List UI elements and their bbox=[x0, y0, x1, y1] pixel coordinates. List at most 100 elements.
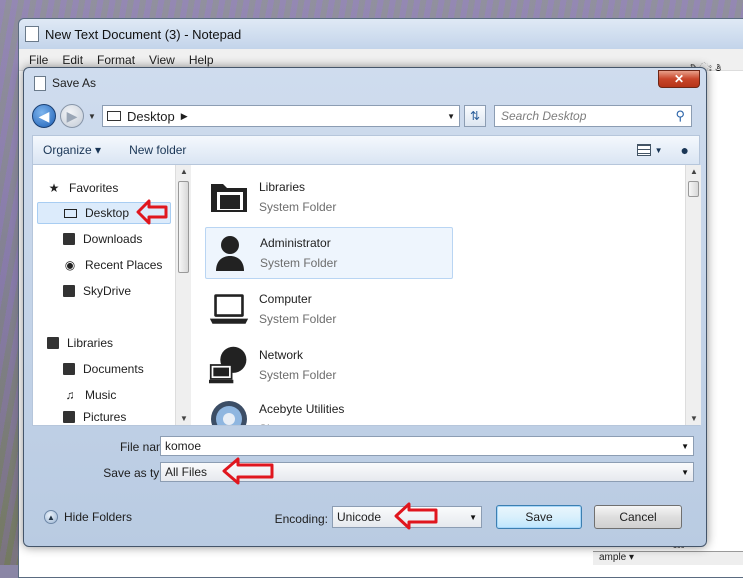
computer-icon bbox=[209, 289, 249, 329]
sidebar-item-label: Desktop bbox=[85, 206, 130, 220]
skydrive-icon bbox=[63, 285, 75, 297]
save-form: File name: komoe ▼ Save as type: All Fil… bbox=[32, 426, 700, 540]
file-item-administrator[interactable]: Administrator System Folder bbox=[205, 227, 453, 279]
network-icon bbox=[209, 345, 249, 385]
recent-locations-dropdown[interactable]: ▼ bbox=[88, 112, 98, 121]
menu-view[interactable]: View bbox=[149, 53, 175, 67]
scroll-down-icon[interactable]: ▼ bbox=[686, 414, 702, 423]
file-name-value: komoe bbox=[165, 439, 202, 453]
close-button[interactable]: ✕ bbox=[658, 70, 700, 88]
menu-file[interactable]: File bbox=[29, 53, 48, 67]
refresh-icon: ⇅ bbox=[469, 109, 481, 123]
chevron-down-icon[interactable]: ▼ bbox=[469, 513, 477, 522]
file-item-libraries[interactable]: Libraries System Folder bbox=[209, 171, 457, 223]
downloads-icon bbox=[63, 233, 75, 245]
browser-panes: ★ Favorites Desktop Downloads ◉ Recent P… bbox=[32, 165, 701, 426]
sidebar-item-recent-places[interactable]: ◉ Recent Places bbox=[63, 254, 163, 276]
breadcrumb-chevron-icon[interactable]: ▶ bbox=[181, 111, 188, 122]
file-name: Network bbox=[259, 348, 304, 362]
cancel-button[interactable]: Cancel bbox=[594, 505, 682, 529]
favorites-header[interactable]: ★ Favorites bbox=[47, 177, 119, 199]
sidebar-item-label: Recent Places bbox=[85, 258, 163, 272]
save-as-dialog: Save As ✕ ◀ ▶ ▼ Desktop ▶ ▼ ⇅ Search Des… bbox=[23, 67, 707, 547]
desktop-icon bbox=[107, 111, 121, 121]
sidebar-item-skydrive[interactable]: SkyDrive bbox=[63, 280, 131, 302]
sidebar-item-downloads[interactable]: Downloads bbox=[63, 228, 142, 250]
file-type: System Folder bbox=[259, 200, 337, 214]
collapse-icon: ▲ bbox=[44, 510, 58, 524]
music-icon: ♫ bbox=[65, 388, 75, 402]
annotation-arrow-encoding bbox=[394, 502, 438, 530]
acebyte-utilities-icon bbox=[209, 399, 249, 425]
menu-edit[interactable]: Edit bbox=[62, 53, 83, 67]
sidebar-item-label: SkyDrive bbox=[83, 284, 132, 298]
new-folder-button[interactable]: New folder bbox=[129, 143, 186, 157]
star-icon: ★ bbox=[48, 181, 60, 195]
annotation-arrow-desktop bbox=[136, 199, 168, 225]
file-name-input[interactable]: komoe ▼ bbox=[160, 436, 694, 456]
scroll-up-icon[interactable]: ▲ bbox=[686, 167, 702, 176]
notepad-icon bbox=[25, 26, 39, 42]
forward-button[interactable]: ▶ bbox=[60, 104, 84, 128]
forward-arrow-icon: ▶ bbox=[66, 107, 78, 124]
hide-folders-label: Hide Folders bbox=[64, 510, 133, 524]
scroll-thumb[interactable] bbox=[688, 181, 699, 197]
file-type: Shortcut bbox=[259, 422, 344, 425]
address-bar[interactable]: Desktop ▶ ▼ bbox=[102, 105, 460, 127]
annotation-arrow-save-type bbox=[222, 457, 274, 485]
scroll-down-icon[interactable]: ▼ bbox=[176, 414, 192, 423]
organize-button[interactable]: Organize ▾ bbox=[43, 143, 101, 157]
encoding-label: Encoding: bbox=[274, 512, 328, 526]
notepad-titlebar: New Text Document (3) - Notepad bbox=[19, 19, 743, 49]
file-item-computer[interactable]: Computer System Folder bbox=[209, 283, 457, 335]
file-type: System Folder bbox=[259, 368, 337, 382]
ruler-label: ample ▾ bbox=[599, 552, 635, 563]
search-input[interactable]: Search Desktop ⚲ bbox=[494, 105, 692, 127]
file-type: System Folder bbox=[260, 256, 338, 270]
pictures-icon bbox=[63, 411, 75, 423]
libraries-header[interactable]: Libraries bbox=[47, 332, 113, 354]
chevron-down-icon[interactable]: ▼ bbox=[681, 442, 689, 451]
favorites-label: Favorites bbox=[69, 181, 119, 195]
menu-help[interactable]: Help bbox=[189, 53, 214, 67]
file-name: Administrator bbox=[260, 236, 331, 250]
save-as-type-label: Save as type: bbox=[103, 466, 176, 480]
file-item-network[interactable]: Network System Folder bbox=[209, 339, 457, 391]
search-placeholder: Search Desktop bbox=[501, 109, 587, 123]
refresh-button[interactable]: ⇅ bbox=[464, 105, 486, 127]
help-icon[interactable]: ● bbox=[681, 142, 689, 158]
sidebar-item-label: Documents bbox=[83, 362, 144, 376]
address-bar-row: ◀ ▶ ▼ Desktop ▶ ▼ ⇅ Search Desktop ⚲ bbox=[32, 102, 700, 130]
dialog-titlebar: Save As bbox=[24, 68, 706, 98]
address-dropdown-icon[interactable]: ▼ bbox=[447, 112, 455, 121]
desktop-icon bbox=[64, 208, 77, 218]
sidebar-item-documents[interactable]: Documents bbox=[63, 358, 144, 380]
file-name: Libraries bbox=[259, 180, 306, 194]
sidebar-item-music[interactable]: ♫ Music bbox=[63, 384, 117, 406]
breadcrumb-desktop[interactable]: Desktop bbox=[127, 109, 175, 124]
documents-icon bbox=[63, 363, 75, 375]
command-toolbar: Organize ▾ New folder ▼ ● bbox=[32, 135, 700, 165]
hide-folders-button[interactable]: ▲ Hide Folders bbox=[44, 510, 132, 524]
navigation-scrollbar[interactable]: ▲ ▼ bbox=[175, 165, 191, 425]
chevron-down-icon[interactable]: ▼ bbox=[681, 468, 689, 477]
back-arrow-icon: ◀ bbox=[38, 107, 50, 124]
sidebar-item-pictures[interactable]: Pictures bbox=[63, 410, 126, 424]
file-name: Computer bbox=[259, 292, 312, 306]
save-button[interactable]: Save bbox=[496, 505, 582, 529]
dialog-title: Save As bbox=[52, 76, 97, 90]
scroll-thumb[interactable] bbox=[178, 181, 189, 273]
file-name: Acebyte Utilities bbox=[259, 402, 345, 416]
search-icon: ⚲ bbox=[675, 108, 685, 123]
menu-format[interactable]: Format bbox=[97, 53, 135, 67]
file-name-label: File name: bbox=[119, 440, 176, 454]
back-button[interactable]: ◀ bbox=[32, 104, 56, 128]
file-list-scrollbar[interactable]: ▲ ▼ bbox=[685, 165, 701, 425]
file-item-acebyte-utilities[interactable]: Acebyte Utilities Shortcut bbox=[209, 393, 457, 425]
file-type: System Folder bbox=[259, 312, 337, 326]
recent-places-icon: ◉ bbox=[64, 258, 76, 272]
scroll-up-icon[interactable]: ▲ bbox=[176, 167, 192, 176]
view-options-icon[interactable]: ▼ bbox=[636, 144, 663, 156]
folder-icon bbox=[209, 177, 249, 217]
libraries-icon bbox=[47, 337, 59, 349]
